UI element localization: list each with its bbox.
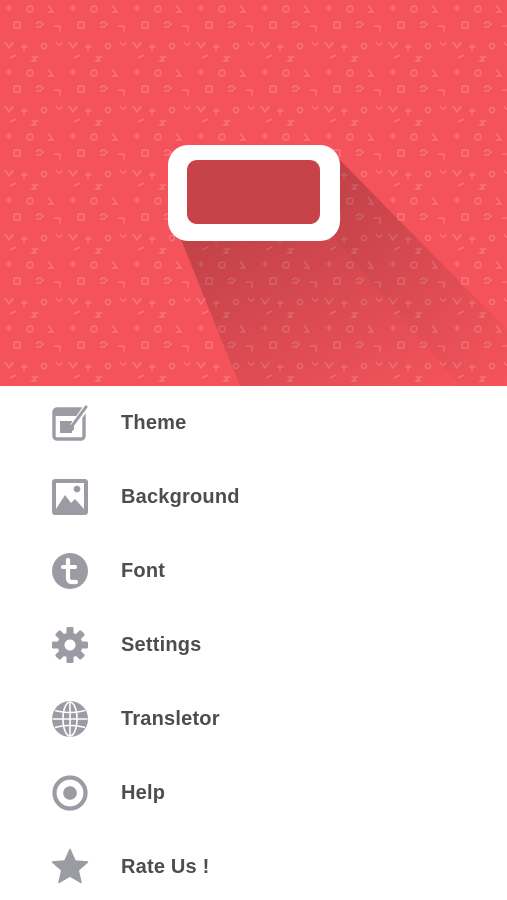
app-drawer: Theme Background Font Settings Transleto… — [0, 0, 507, 900]
menu-item-background[interactable]: Background — [0, 460, 507, 534]
menu-item-theme[interactable]: Theme — [0, 386, 507, 460]
menu-item-label: Help — [121, 781, 166, 804]
menu-item-label: Background — [121, 485, 240, 508]
menu-item-label: Transletor — [121, 707, 220, 730]
menu-item-label: Settings — [121, 633, 202, 656]
drawer-menu: Theme Background Font Settings Transleto… — [0, 386, 507, 900]
menu-item-font[interactable]: Font — [0, 534, 507, 608]
font-t-icon — [50, 551, 90, 591]
banner-artwork — [0, 0, 507, 386]
menu-item-settings[interactable]: Settings — [0, 608, 507, 682]
menu-item-label: Rate Us ! — [121, 855, 210, 878]
menu-item-translator[interactable]: Transletor — [0, 682, 507, 756]
help-ring-icon — [50, 773, 90, 813]
gear-icon — [50, 625, 90, 665]
menu-item-rate-us[interactable]: Rate Us ! — [0, 830, 507, 900]
menu-item-help[interactable]: Help — [0, 756, 507, 830]
star-icon — [50, 847, 90, 887]
theme-palette-icon — [50, 403, 90, 443]
menu-item-label: Font — [121, 559, 166, 582]
menu-item-label: Theme — [121, 411, 187, 434]
globe-icon — [50, 699, 90, 739]
header-banner — [0, 0, 507, 386]
image-icon — [50, 477, 90, 517]
app-logo — [168, 145, 340, 241]
